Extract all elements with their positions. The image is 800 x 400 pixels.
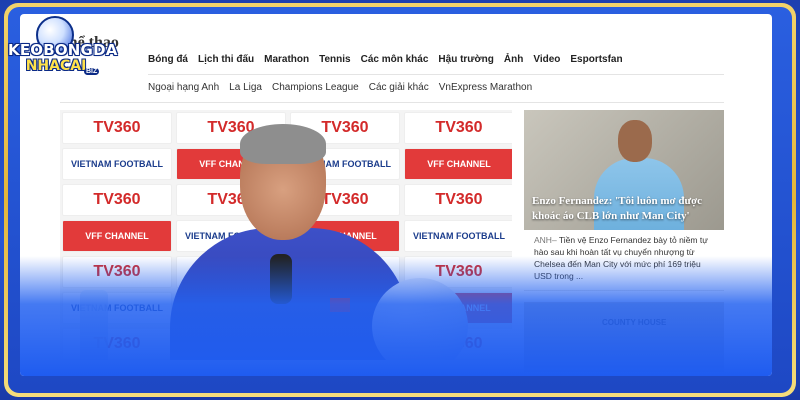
nav-item-cac-mon-khac[interactable]: Các môn khác (361, 54, 429, 65)
side-divider (524, 290, 724, 291)
vietnam-flag-icon (330, 298, 350, 312)
subnav-item-cac-giai-khac[interactable]: Các giải khác (369, 82, 429, 93)
backdrop-tile: TV360 (62, 184, 172, 216)
logo-suffix: BIZ (84, 68, 100, 75)
nav-item-marathon[interactable]: Marathon (264, 54, 309, 65)
subnav-item-vnexpress-marathon[interactable]: VnExpress Marathon (439, 82, 532, 93)
side-article-summary: ANH– Tiền vệ Enzo Fernandez bày tỏ niềm … (534, 234, 720, 282)
nav-item-video[interactable]: Video (533, 54, 560, 65)
primary-nav: Bóng đá Lịch thi đấu Marathon Tennis Các… (148, 54, 623, 65)
subnav-item-la-liga[interactable]: La Liga (229, 82, 262, 93)
backdrop-tile: VIETNAM FOOTBALL (404, 220, 512, 252)
sign-text: COUNTY HOUSE (602, 318, 667, 327)
site-logo[interactable]: KEOBONGDA NHACAI BIZ (8, 16, 118, 96)
nav-item-hau-truong[interactable]: Hậu trường (438, 54, 493, 65)
nav-item-bong-da[interactable]: Bóng đá (148, 54, 188, 65)
backdrop-tile: TV360 (404, 112, 512, 144)
nav-item-esportsfan[interactable]: Esportsfan (570, 54, 622, 65)
side-article-image[interactable]: Enzo Fernandez: 'Tôi luôn mơ được khoác … (524, 110, 724, 230)
backdrop-tile: VFF CHANNEL (404, 148, 512, 180)
water-bottle (80, 290, 108, 360)
subnav-divider (60, 102, 724, 103)
subnav-item-champions-league[interactable]: Champions League (272, 82, 359, 93)
backdrop-tile: VIETNAM FOOTBALL (62, 148, 172, 180)
backdrop-tile: TV360 (404, 184, 512, 216)
backdrop-tile: TV360 (62, 112, 172, 144)
side-article-headline[interactable]: Enzo Fernandez: 'Tôi luôn mơ được khoác … (532, 194, 720, 224)
player-head (618, 120, 652, 162)
nav-item-tennis[interactable]: Tennis (319, 54, 350, 65)
nav-item-anh[interactable]: Ảnh (504, 54, 523, 65)
nav-item-lich-thi-dau[interactable]: Lịch thi đấu (198, 54, 254, 65)
side-article-image-2[interactable]: COUNTY HOUSE (524, 302, 724, 372)
backdrop-tile: TV360 (62, 256, 172, 288)
nav-divider (148, 74, 724, 75)
microphone-icon (270, 254, 292, 304)
browser-screen: Thể thao Bóng đá Lịch thi đấu Marathon T… (20, 14, 772, 376)
coach-hair (240, 124, 326, 164)
backdrop-tile: TV360 (62, 328, 172, 360)
subnav-item-ngoai-hang-anh[interactable]: Ngoại hạng Anh (148, 82, 219, 93)
side-article-summary-text: Tiền vệ Enzo Fernandez bày tỏ niềm tự hà… (534, 235, 708, 281)
backdrop-tile: VFF CHANNEL (62, 220, 172, 252)
backdrop-tile: VIETNAM FOOTBALL (62, 292, 172, 324)
side-article-source: ANH– (534, 235, 557, 245)
hero-image[interactable]: TV360 TV360 TV360 TV360 VIETNAM FOOTBALL… (60, 110, 512, 360)
logo-text-line1: KEOBONGDA (8, 41, 118, 59)
secondary-nav: Ngoại hạng Anh La Liga Champions League … (148, 82, 532, 93)
